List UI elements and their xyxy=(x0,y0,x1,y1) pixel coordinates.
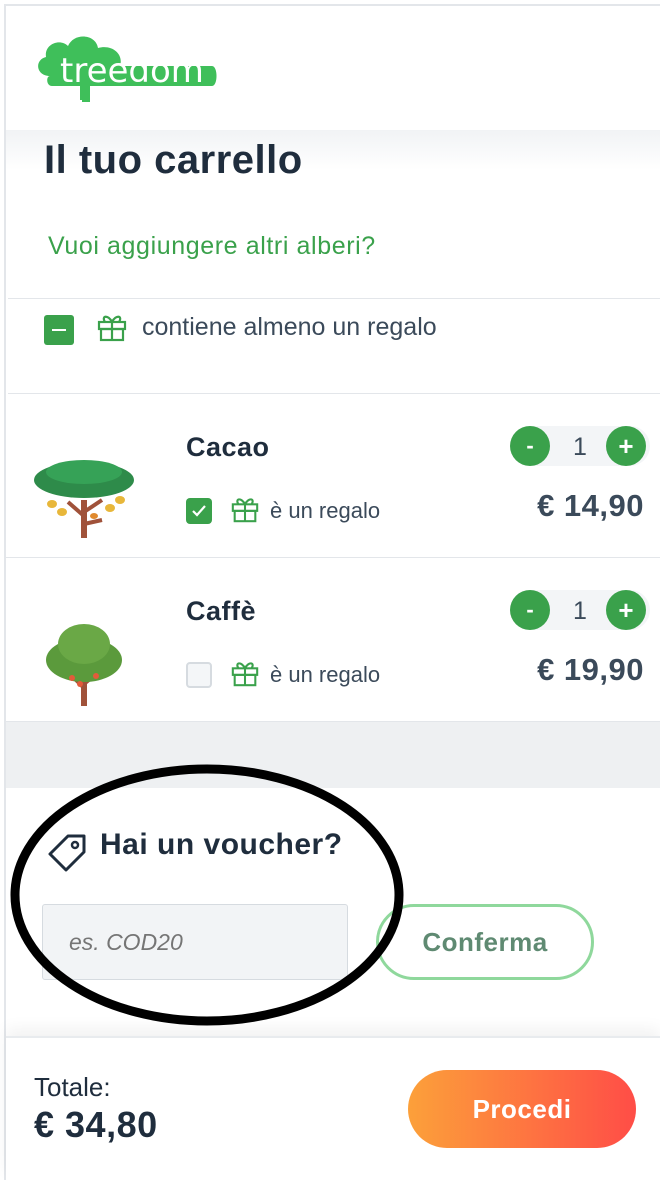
total-label: Totale: xyxy=(34,1072,111,1102)
checkout-footer: Totale: € 34,80 Procedi xyxy=(6,1036,660,1180)
gift-checkbox[interactable] xyxy=(186,498,212,524)
voucher-title: Hai un voucher? xyxy=(100,828,343,861)
confirm-voucher-button[interactable]: Conferma xyxy=(376,904,594,980)
logo-text: treedom xyxy=(60,51,204,91)
total-value: € 34,80 xyxy=(34,1104,158,1145)
decrease-qty-button[interactable]: - xyxy=(510,426,550,466)
quantity-stepper: - 1 + xyxy=(510,426,650,466)
item-price: € 14,90 xyxy=(537,488,644,523)
add-more-trees-link[interactable]: Vuoi aggiungere altri alberi? xyxy=(48,232,376,261)
item-price: € 19,90 xyxy=(537,652,644,687)
quantity-value: 1 xyxy=(573,597,587,625)
cart-item-cacao: Cacao - 1 + è un regalo € 14,90 xyxy=(6,394,660,558)
decrease-qty-button[interactable]: - xyxy=(510,590,550,630)
increase-qty-button[interactable]: + xyxy=(606,426,646,466)
increase-qty-button[interactable]: + xyxy=(606,590,646,630)
gift-checkbox-label: è un regalo xyxy=(270,662,381,687)
item-name: Cacao xyxy=(186,432,270,462)
gift-summary-row: contiene almeno un regalo xyxy=(8,298,660,394)
cacao-tree-image xyxy=(34,460,134,538)
gift-checkbox[interactable] xyxy=(186,662,212,688)
treedom-logo[interactable]: treedom xyxy=(32,30,222,110)
gift-icon xyxy=(231,498,259,523)
quantity-value: 1 xyxy=(573,433,587,461)
section-divider xyxy=(6,722,660,788)
gift-summary-toggle[interactable] xyxy=(44,315,74,345)
coffee-tree-image xyxy=(46,624,122,706)
proceed-button[interactable]: Procedi xyxy=(408,1070,636,1148)
item-name: Caffè xyxy=(186,596,257,626)
gift-icon xyxy=(97,315,127,342)
cart-item-caffe: Caffè - 1 + è un regalo € 19,90 xyxy=(6,558,660,722)
tag-icon xyxy=(48,834,86,872)
quantity-stepper: - 1 + xyxy=(510,590,650,630)
header: treedom xyxy=(6,6,660,130)
page-title: Il tuo carrello xyxy=(44,138,303,182)
voucher-code-input[interactable] xyxy=(42,904,348,980)
check-icon xyxy=(192,505,206,517)
gift-icon xyxy=(231,662,259,687)
gift-checkbox-label: è un regalo xyxy=(270,498,381,523)
gift-summary-label: contiene almeno un regalo xyxy=(142,313,437,341)
